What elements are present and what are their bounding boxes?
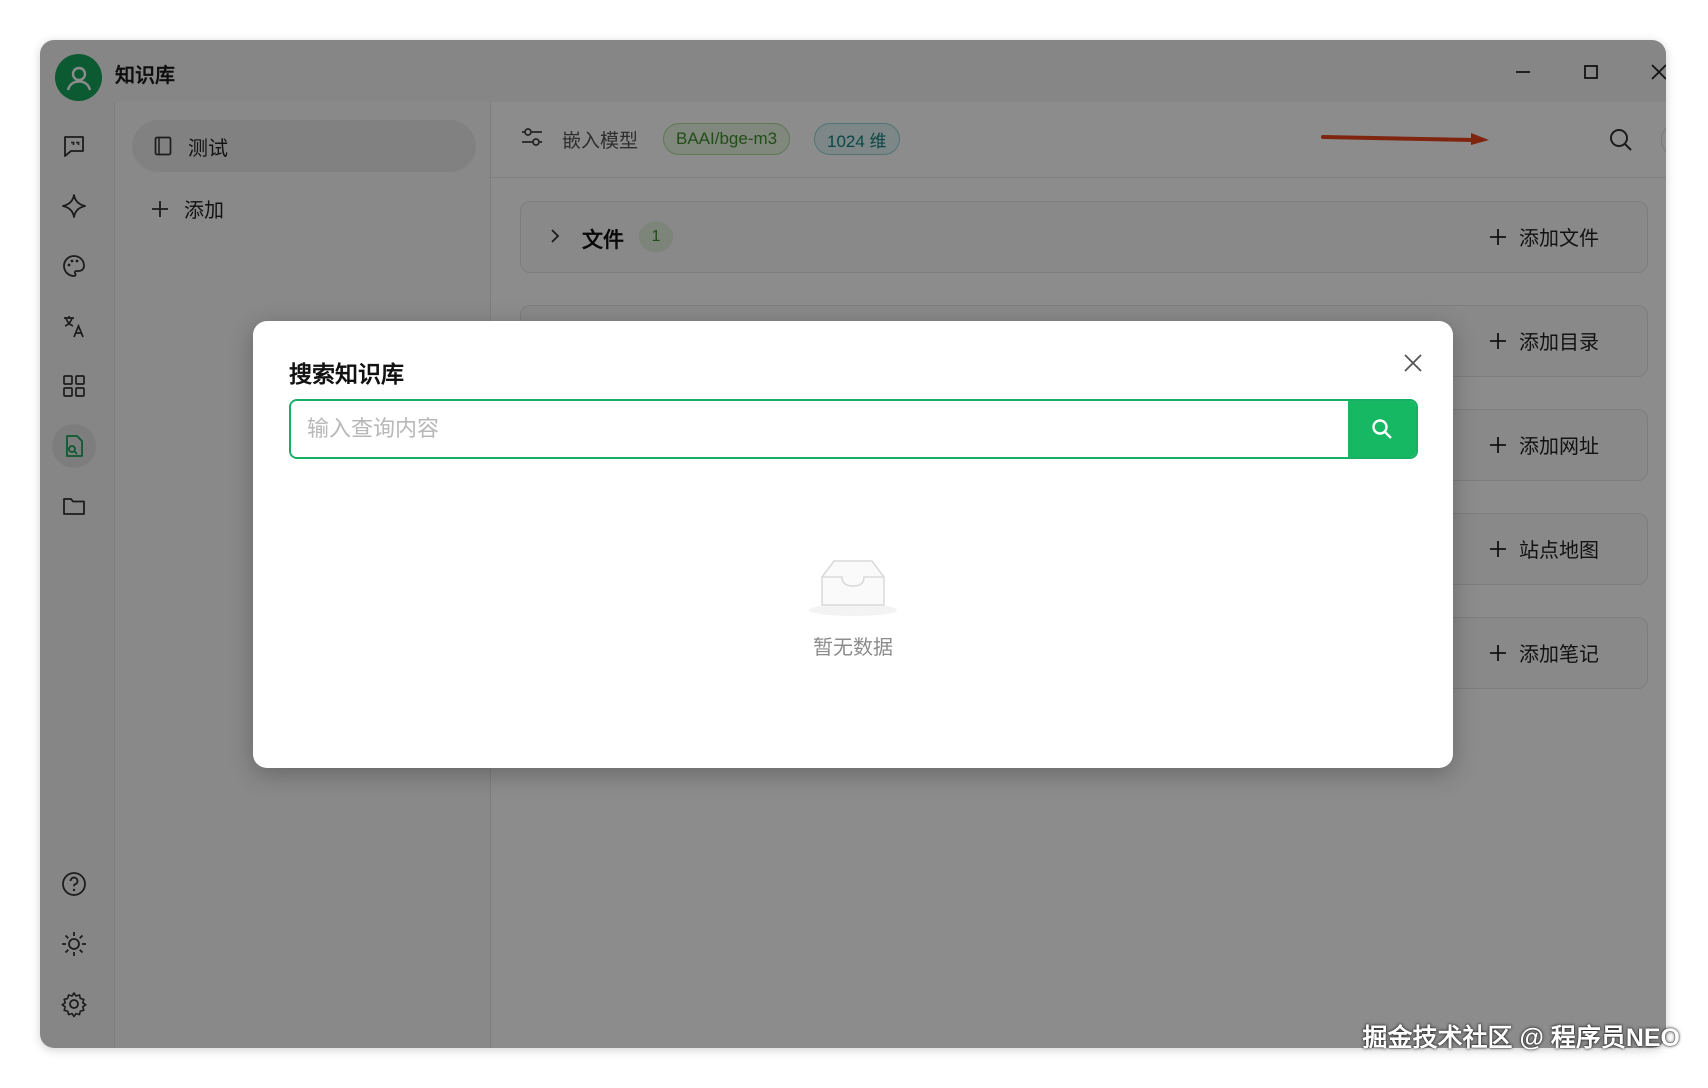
empty-state: 暂无数据 [253, 555, 1453, 660]
close-icon [1404, 354, 1422, 372]
search-kb-modal: 搜索知识库 暂无数据 [253, 321, 1453, 768]
empty-inbox-icon [809, 560, 897, 616]
empty-text: 暂无数据 [813, 637, 893, 659]
modal-close-button[interactable] [1395, 345, 1431, 381]
search-input[interactable] [291, 401, 1348, 457]
search-submit-button[interactable] [1348, 401, 1416, 457]
search-icon [1372, 419, 1392, 439]
watermark: 掘金技术社区 @ 程序员NEO [1362, 1024, 1680, 1052]
search-box [289, 399, 1418, 459]
modal-title: 搜索知识库 [289, 361, 404, 387]
